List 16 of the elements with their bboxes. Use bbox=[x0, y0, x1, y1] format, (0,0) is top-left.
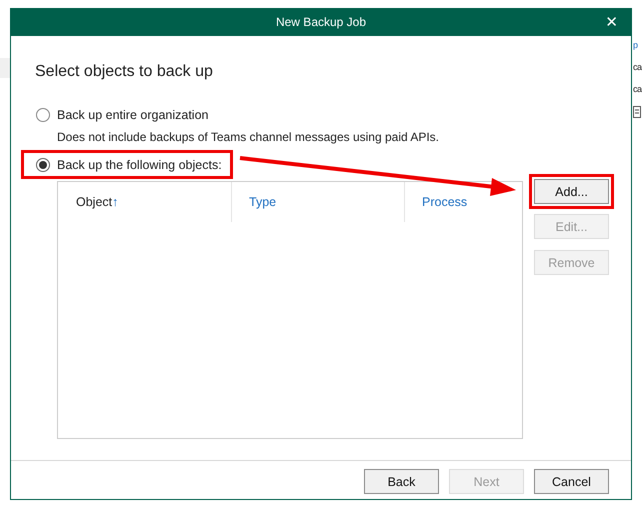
window-title: New Backup Job bbox=[276, 15, 366, 29]
column-header[interactable]: Object↑ bbox=[76, 195, 118, 209]
column-header[interactable]: Process bbox=[422, 195, 468, 209]
page-heading: Select objects to back up bbox=[35, 62, 214, 82]
option-description: Does not include backups of Teams channel messages using paid APIs. bbox=[57, 129, 440, 145]
background-text: ca bbox=[633, 61, 642, 74]
close-button[interactable]: ✕ bbox=[605, 12, 618, 32]
background-panel bbox=[0, 58, 10, 78]
footer-button[interactable]: Cancel bbox=[534, 469, 609, 494]
radio-option[interactable]: Back up entire organization bbox=[36, 108, 208, 122]
radio-option[interactable]: Back up the following objects: bbox=[36, 158, 222, 172]
footer-button[interactable]: Back bbox=[364, 469, 439, 494]
background-text: ca bbox=[633, 83, 642, 96]
background-text: p bbox=[633, 39, 639, 52]
column-header[interactable]: Type bbox=[249, 195, 276, 209]
action-button[interactable]: Add... bbox=[534, 179, 609, 204]
